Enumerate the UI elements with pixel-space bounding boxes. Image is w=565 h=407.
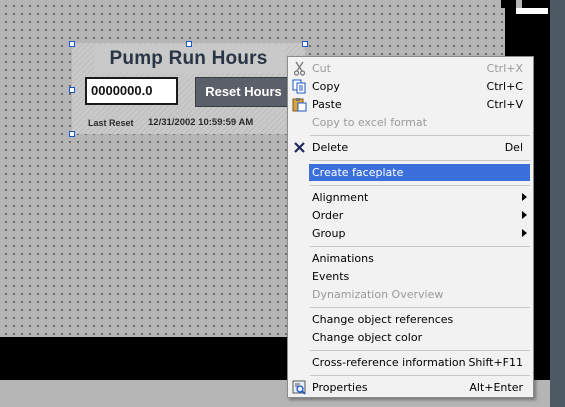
menu-item-group[interactable]: Group (288, 225, 533, 242)
menu-item-properties-label: Properties (312, 381, 368, 394)
menu-item-events[interactable]: Events (288, 268, 533, 285)
menu-item-cut-label: Cut (312, 62, 331, 75)
reset-hours-button[interactable]: Reset Hours (195, 77, 292, 107)
menu-separator (310, 307, 530, 308)
menu-item-dynamization-overview[interactable]: Dynamization Overview (288, 286, 533, 303)
menu-item-alignment[interactable]: Alignment (288, 189, 533, 206)
canvas-right-bar-post (516, 0, 522, 8)
submenu-arrow-icon (522, 229, 527, 237)
paste-icon (292, 97, 307, 112)
menu-item-animations[interactable]: Animations (288, 250, 533, 267)
menu-item-cross-ref-label: Cross-reference information (312, 356, 466, 369)
context-menu: Cut Ctrl+X Copy Ctrl+C Paste Ctrl+V Copy… (287, 56, 534, 398)
menu-item-cut-shortcut: Ctrl+X (486, 62, 523, 75)
selection-handle-top-left[interactable] (69, 41, 75, 47)
menu-item-alignment-label: Alignment (312, 191, 369, 204)
selection-handle-middle-left[interactable] (69, 87, 75, 93)
menu-item-delete-label: Delete (312, 141, 349, 154)
selection-handle-top-center[interactable] (186, 41, 192, 47)
menu-item-events-label: Events (312, 270, 350, 283)
window-right-edge (550, 0, 565, 407)
submenu-arrow-icon (522, 211, 527, 219)
menu-item-copy[interactable]: Copy Ctrl+C (288, 78, 533, 95)
menu-separator (310, 160, 530, 161)
menu-item-change-object-color[interactable]: Change object color (288, 329, 533, 346)
menu-item-order[interactable]: Order (288, 207, 533, 224)
menu-item-cut[interactable]: Cut Ctrl+X (288, 60, 533, 77)
menu-item-cross-reference[interactable]: Cross-reference information Shift+F11 (288, 354, 533, 371)
menu-item-create-faceplate-label: Create faceplate (312, 166, 404, 179)
last-reset-label: Last Reset (88, 118, 134, 128)
menu-item-copy-shortcut: Ctrl+C (486, 80, 523, 93)
faceplate-title: Pump Run Hours (109, 48, 268, 69)
menu-item-change-color-label: Change object color (312, 331, 423, 344)
delete-x-icon (292, 140, 307, 155)
menu-item-copy-excel-label: Copy to excel format (312, 116, 427, 129)
submenu-arrow-icon (522, 193, 527, 201)
menu-item-order-label: Order (312, 209, 344, 222)
screen-editor: Pump Run Hours 0000000.0 Reset Hours Las… (0, 0, 565, 407)
menu-item-change-refs-label: Change object references (312, 313, 454, 326)
menu-item-paste-label: Paste (312, 98, 342, 111)
menu-separator (310, 350, 530, 351)
menu-item-paste[interactable]: Paste Ctrl+V (288, 96, 533, 113)
run-hours-value-field[interactable]: 0000000.0 (85, 77, 178, 105)
canvas-right-bar-top (501, 0, 550, 8)
menu-item-paste-shortcut: Ctrl+V (486, 98, 523, 111)
menu-item-dynamization-label: Dynamization Overview (312, 288, 444, 301)
scissors-icon (292, 61, 307, 76)
menu-separator (310, 246, 530, 247)
menu-item-animations-label: Animations (312, 252, 374, 265)
properties-icon (292, 380, 307, 395)
menu-item-create-faceplate[interactable]: Create faceplate (309, 164, 530, 181)
menu-item-delete[interactable]: Delete Del (288, 139, 533, 156)
copy-icon (292, 79, 307, 94)
menu-item-cross-ref-shortcut: Shift+F11 (468, 356, 523, 369)
canvas-right-bar-line (516, 8, 548, 14)
menu-item-copy-label: Copy (312, 80, 340, 93)
menu-item-group-label: Group (312, 227, 346, 240)
menu-separator (310, 135, 530, 136)
menu-item-change-object-references[interactable]: Change object references (288, 311, 533, 328)
menu-item-properties[interactable]: Properties Alt+Enter (288, 379, 533, 396)
menu-item-copy-excel[interactable]: Copy to excel format (288, 114, 533, 131)
menu-separator (310, 185, 530, 186)
selection-handle-top-right[interactable] (302, 41, 308, 47)
selection-handle-bottom-left[interactable] (69, 131, 75, 137)
menu-separator (310, 375, 530, 376)
pump-run-hours-faceplate[interactable]: Pump Run Hours 0000000.0 Reset Hours Las… (72, 43, 305, 134)
last-reset-value: 12/31/2002 10:59:59 AM (148, 117, 254, 128)
menu-item-properties-shortcut: Alt+Enter (469, 381, 523, 394)
menu-item-delete-shortcut: Del (504, 141, 523, 154)
